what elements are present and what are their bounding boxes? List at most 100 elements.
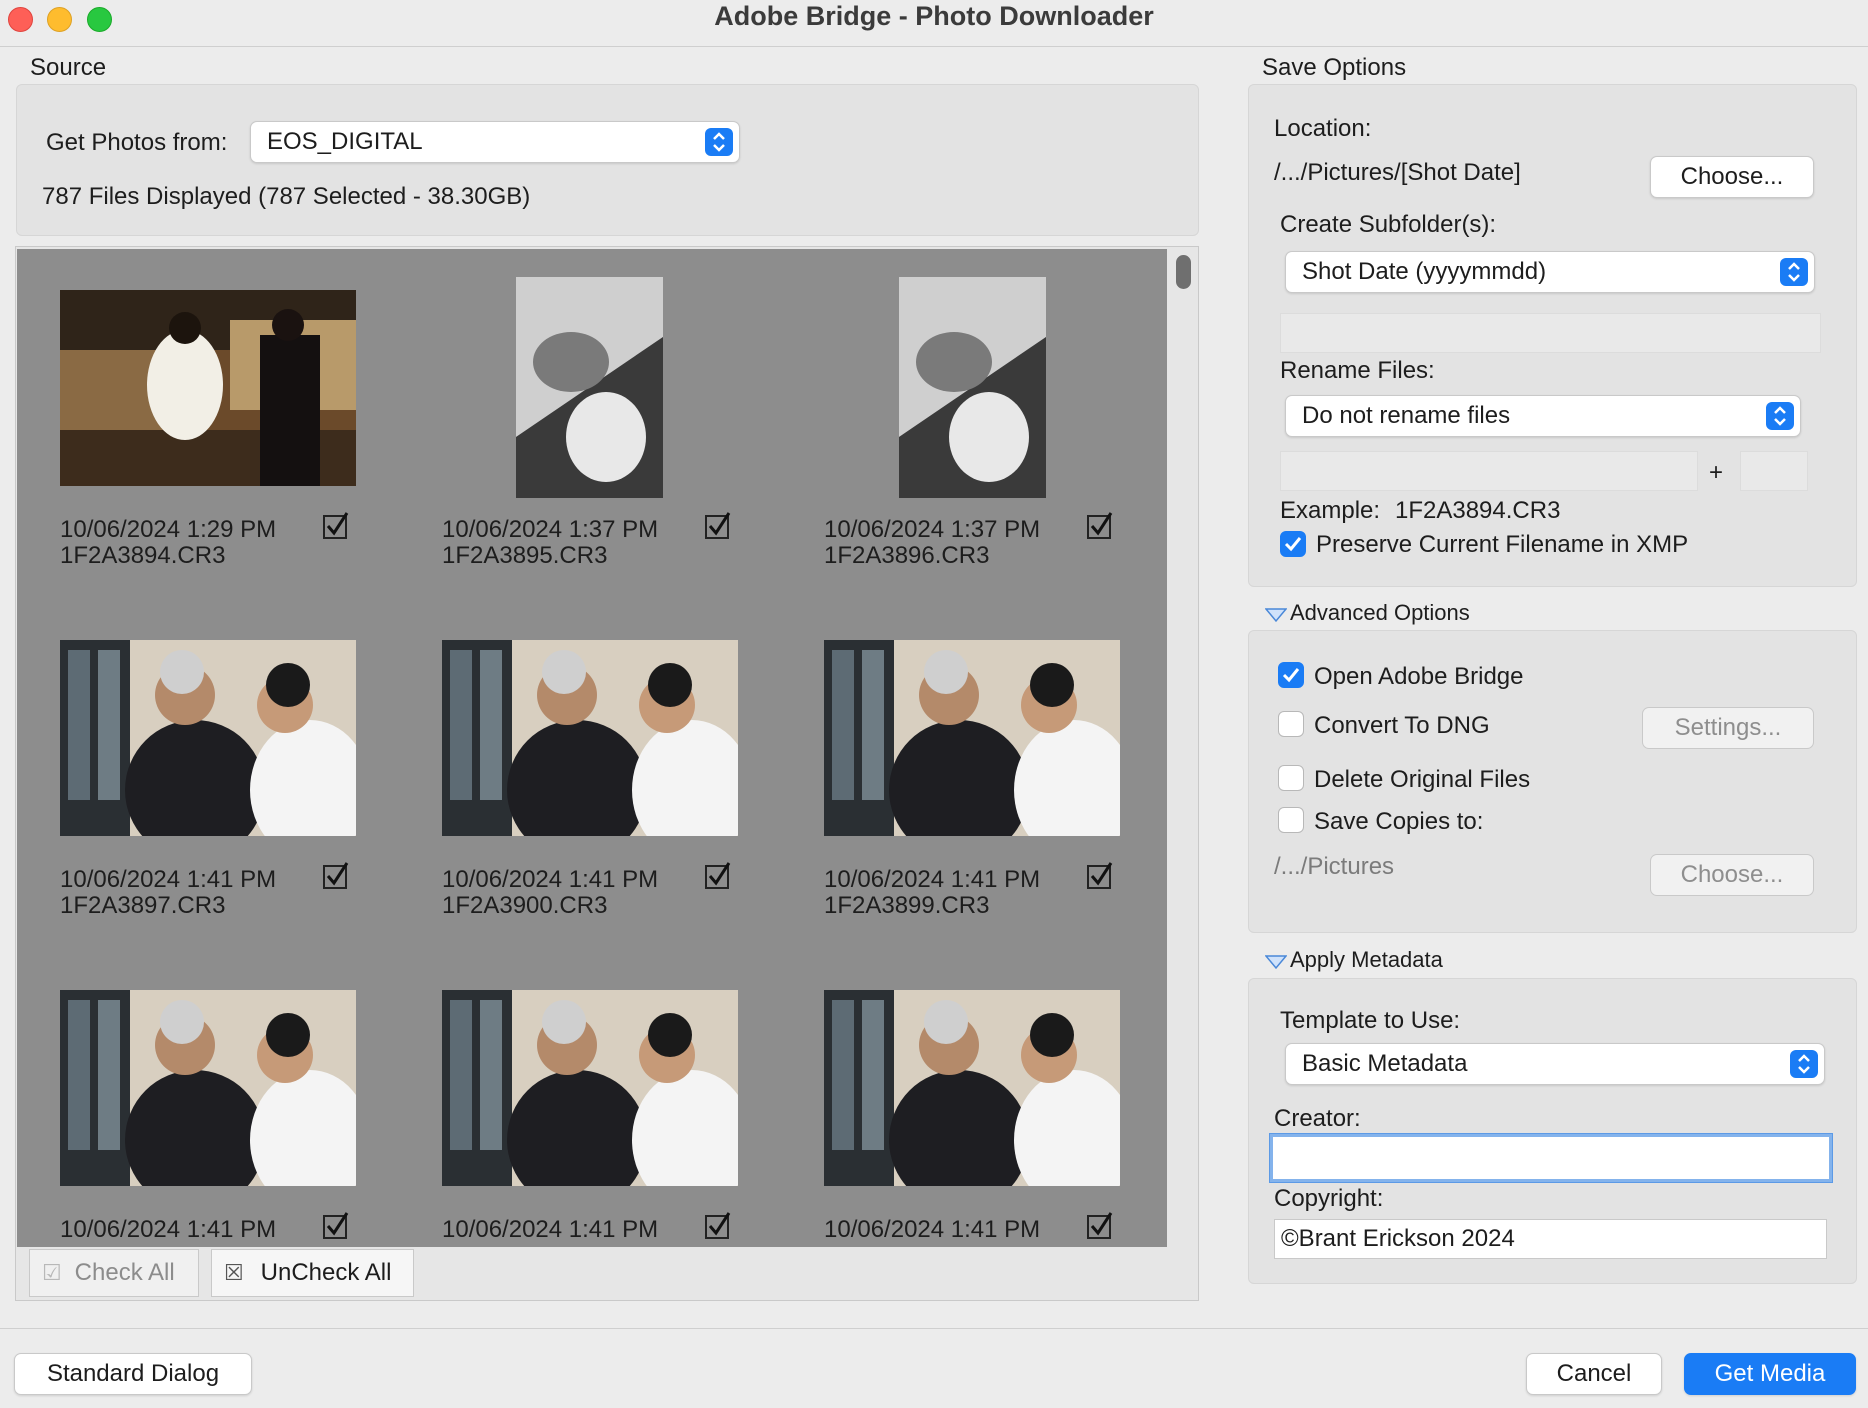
check-all-button[interactable]: ☑ Check All [29, 1249, 199, 1297]
thumbnail-date: 10/06/2024 1:29 PM [60, 516, 277, 543]
convert-dng-label: Convert To DNG [1314, 712, 1490, 739]
stepper-icon [1766, 402, 1794, 430]
metadata-template-select[interactable]: Basic Metadata [1285, 1043, 1825, 1085]
thumbnail-checkbox[interactable] [705, 1211, 731, 1239]
rename-text-field [1280, 451, 1698, 491]
advanced-options-panel: Open Adobe Bridge Convert To DNG Setting… [1248, 630, 1857, 933]
thumbnail-date: 10/06/2024 1:41 PM [60, 1216, 277, 1243]
rename-files-label: Rename Files: [1280, 357, 1435, 384]
thumbnail-date: 10/06/2024 1:37 PM [824, 516, 1041, 543]
uncheck-all-icon: ☒ [224, 1260, 244, 1285]
apply-metadata-label[interactable]: Apply Metadata [1290, 947, 1443, 973]
advanced-options-label[interactable]: Advanced Options [1290, 600, 1470, 626]
thumbnail-date: 10/06/2024 1:41 PM [442, 866, 659, 893]
thumbnail-checkbox[interactable] [323, 861, 349, 889]
copyright-label: Copyright: [1274, 1185, 1384, 1212]
thumbnail-filename: 1F2A3900.CR3 [442, 892, 608, 919]
thumbnail-filename: 1F2A3897.CR3 [60, 892, 226, 919]
create-subfolder-label: Create Subfolder(s): [1280, 211, 1497, 238]
thumbnail-image-5[interactable] [442, 640, 738, 836]
thumbnail-image-8[interactable] [442, 990, 738, 1186]
subfolder-value: Shot Date (yyyymmdd) [1302, 258, 1547, 285]
files-status-text: 787 Files Displayed (787 Selected - 38.3… [42, 183, 531, 210]
title-bar: Adobe Bridge - Photo Downloader [0, 0, 1868, 47]
footer-separator [0, 1328, 1868, 1329]
creator-input[interactable] [1270, 1134, 1832, 1182]
stepper-icon [705, 128, 733, 156]
save-copies-label: Save Copies to: [1314, 808, 1484, 835]
check-all-label: Check All [74, 1259, 175, 1286]
thumbnail-date: 10/06/2024 1:41 PM [824, 1216, 1041, 1243]
dng-settings-button[interactable]: Settings... [1642, 707, 1814, 749]
thumbnail-filename: 1F2A3894.CR3 [60, 542, 226, 569]
stepper-icon [1790, 1050, 1818, 1078]
thumbnail-grid[interactable]: 10/06/2024 1:29 PM 1F2A3894.CR3 10/06/20… [17, 249, 1167, 1247]
thumbnail-filename: 1F2A3899.CR3 [824, 892, 990, 919]
disclosure-triangle-icon[interactable] [1265, 954, 1287, 970]
example-label: Example: [1280, 497, 1381, 524]
save-copies-checkbox[interactable] [1278, 807, 1304, 833]
thumbnail-image-1[interactable] [60, 290, 356, 486]
cancel-button[interactable]: Cancel [1526, 1353, 1662, 1395]
save-options-section-label: Save Options [1262, 54, 1407, 81]
thumbnail-image-6[interactable] [824, 640, 1120, 836]
thumbnail-checkbox[interactable] [1087, 1211, 1113, 1239]
convert-dng-checkbox[interactable] [1278, 711, 1304, 737]
thumbnail-date: 10/06/2024 1:41 PM [442, 1216, 659, 1243]
check-all-icon: ☑ [42, 1260, 62, 1285]
open-bridge-label: Open Adobe Bridge [1314, 663, 1524, 690]
thumbnail-filename: 1F2A3896.CR3 [824, 542, 990, 569]
thumbnail-date: 10/06/2024 1:37 PM [442, 516, 659, 543]
rename-number-field [1740, 451, 1808, 491]
open-bridge-checkbox[interactable] [1278, 662, 1304, 688]
disclosure-triangle-icon[interactable] [1265, 607, 1287, 623]
thumbnail-checkbox[interactable] [705, 861, 731, 889]
thumbnail-checkbox[interactable] [323, 511, 349, 539]
thumbnail-checkbox[interactable] [323, 1211, 349, 1239]
copies-path-value: /.../Pictures [1274, 853, 1395, 880]
subfolder-custom-field [1280, 313, 1821, 353]
rename-files-value: Do not rename files [1302, 402, 1511, 429]
standard-dialog-button[interactable]: Standard Dialog [14, 1353, 252, 1395]
checkmark-icon [1282, 668, 1300, 683]
thumbnail-image-9[interactable] [824, 990, 1120, 1186]
location-choose-button[interactable]: Choose... [1650, 156, 1814, 198]
source-device-select[interactable]: EOS_DIGITAL [250, 121, 740, 163]
stepper-icon [1780, 258, 1808, 286]
get-media-button[interactable]: Get Media [1684, 1353, 1856, 1395]
thumbnail-date: 10/06/2024 1:41 PM [824, 866, 1041, 893]
uncheck-all-button[interactable]: ☒ UnCheck All [211, 1249, 414, 1297]
checkmark-icon [1284, 537, 1302, 552]
thumbnail-checkbox[interactable] [705, 511, 731, 539]
source-device-value: EOS_DIGITAL [267, 128, 423, 155]
uncheck-all-label: UnCheck All [260, 1259, 392, 1286]
save-options-panel: Location: /.../Pictures/[Shot Date] Choo… [1248, 84, 1857, 587]
apply-metadata-panel: Template to Use: Basic Metadata Creator:… [1248, 978, 1857, 1284]
location-label: Location: [1274, 115, 1372, 142]
window-title: Adobe Bridge - Photo Downloader [714, 1, 1154, 31]
template-label: Template to Use: [1280, 1007, 1461, 1034]
grid-scrollbar-thumb[interactable] [1176, 255, 1191, 289]
thumbnail-checkbox[interactable] [1087, 511, 1113, 539]
thumbnail-image-7[interactable] [60, 990, 356, 1186]
rename-files-select[interactable]: Do not rename files [1285, 395, 1801, 437]
preserve-filename-checkbox[interactable] [1280, 531, 1306, 557]
preserve-filename-label: Preserve Current Filename in XMP [1316, 531, 1689, 558]
example-value: 1F2A3894.CR3 [1395, 497, 1561, 524]
copies-choose-button[interactable]: Choose... [1650, 854, 1814, 896]
subfolder-select[interactable]: Shot Date (yyyymmdd) [1285, 251, 1815, 293]
thumbnail-filename: 1F2A3895.CR3 [442, 542, 608, 569]
creator-label: Creator: [1274, 1105, 1361, 1132]
metadata-template-value: Basic Metadata [1302, 1050, 1468, 1077]
delete-originals-label: Delete Original Files [1314, 766, 1531, 793]
delete-originals-checkbox[interactable] [1278, 765, 1304, 791]
thumbnail-image-2[interactable] [516, 277, 663, 498]
get-photos-from-label: Get Photos from: [46, 129, 228, 156]
thumbnail-image-3[interactable] [899, 277, 1046, 498]
rename-plus-sign: + [1709, 459, 1724, 486]
thumbnail-image-4[interactable] [60, 640, 356, 836]
thumbnail-date: 10/06/2024 1:41 PM [60, 866, 277, 893]
location-value: /.../Pictures/[Shot Date] [1274, 159, 1521, 186]
copyright-input[interactable]: ©Brant Erickson 2024 [1274, 1219, 1827, 1259]
thumbnail-checkbox[interactable] [1087, 861, 1113, 889]
